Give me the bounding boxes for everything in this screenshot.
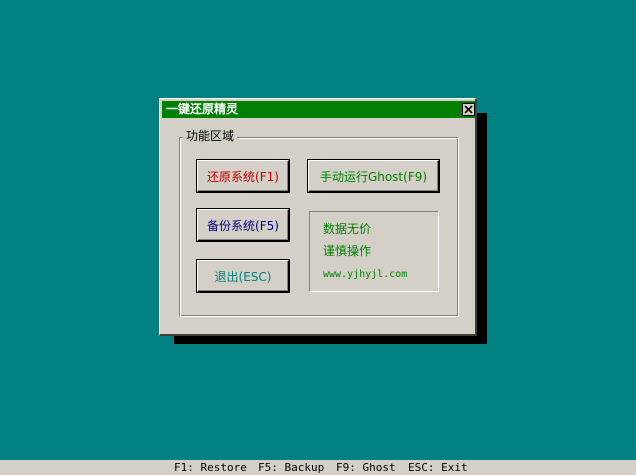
group-label: 功能区域 (183, 129, 238, 143)
backup-system-label: 备份系统(F5) (207, 218, 279, 233)
dialog-title: 一键还原精灵 (166, 102, 239, 116)
info-panel: 数据无价 谨慎操作 www.yjhyjl.com (309, 211, 439, 292)
hint-backup: F5: Backup (258, 461, 325, 474)
restore-system-button[interactable]: 还原系统(F1) (196, 159, 290, 193)
restore-dialog: 一键还原精灵 功能区域 还原系统(F1) 手动运行Ghost(F9) 备份系统(… (159, 98, 477, 336)
exit-label: 退出(ESC) (214, 269, 272, 284)
hint-exit: ESC: Exit (408, 461, 468, 474)
close-button[interactable] (462, 103, 475, 116)
run-ghost-button[interactable]: 手动运行Ghost(F9) (307, 159, 440, 193)
info-line-operate-carefully: 谨慎操作 (323, 244, 372, 258)
website-url: www.yjhyjl.com (323, 269, 408, 280)
exit-button[interactable]: 退出(ESC) (196, 259, 290, 293)
status-bar: F1: Restore F5: Backup F9: Ghost ESC: Ex… (0, 460, 636, 475)
hint-restore: F1: Restore (174, 461, 247, 474)
close-icon (464, 105, 473, 114)
restore-system-label: 还原系统(F1) (207, 169, 279, 184)
info-line-data-priceless: 数据无价 (323, 222, 372, 236)
run-ghost-label: 手动运行Ghost(F9) (319, 169, 428, 184)
titlebar: 一键还原精灵 (162, 101, 475, 118)
hint-ghost: F9: Ghost (336, 461, 396, 474)
backup-system-button[interactable]: 备份系统(F5) (196, 208, 290, 242)
